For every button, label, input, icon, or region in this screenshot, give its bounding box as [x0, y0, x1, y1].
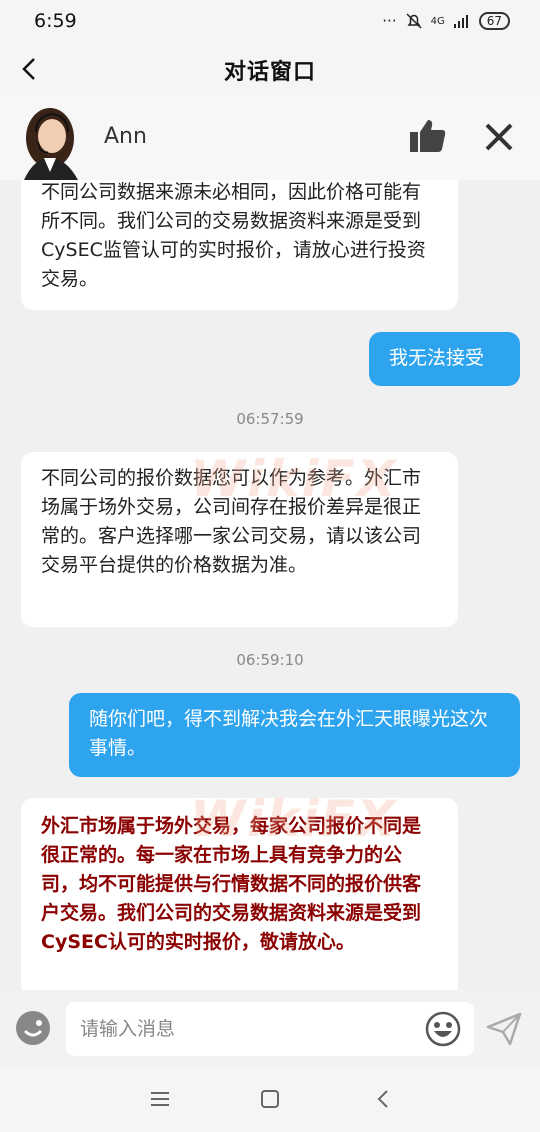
emoji-icon[interactable]: [424, 1010, 462, 1048]
battery-indicator: 67: [478, 12, 510, 30]
input-bar: [0, 990, 540, 1066]
message-outgoing: 随你们吧，得不到解决我会在外汇天眼曝光这次事情。: [69, 693, 520, 777]
system-nav-bar: [0, 1066, 540, 1132]
message-incoming: 不同公司数据来源未必相同，因此价格可能有所不同。我们公司的交易数据资料来源是受到…: [21, 180, 458, 310]
app-header: 对话窗口: [0, 44, 540, 96]
back-arrow-icon[interactable]: [16, 54, 44, 84]
thumbs-up-icon[interactable]: [408, 118, 448, 154]
close-icon[interactable]: [482, 120, 516, 154]
send-icon[interactable]: [486, 1012, 522, 1046]
message-outgoing: 我无法接受: [369, 332, 520, 386]
message-input[interactable]: [66, 1002, 474, 1056]
page-title: 对话窗口: [223, 60, 316, 85]
agent-name: Ann: [104, 124, 147, 149]
menu-icon[interactable]: [148, 1088, 172, 1110]
back-nav-icon[interactable]: [372, 1088, 396, 1110]
agent-avatar: [24, 108, 78, 180]
status-time: 6:59: [34, 10, 77, 32]
message-incoming: 不同公司的报价数据您可以作为参考。外汇市场属于场外交易，公司间存在报价差异是很正…: [21, 452, 458, 627]
network-label: 4G: [430, 15, 445, 27]
home-square-icon[interactable]: [258, 1088, 282, 1110]
status-bar: 6:59 ··· 4G 67: [0, 0, 540, 44]
signal-icon: [453, 15, 468, 28]
status-icons: ··· 4G 67: [382, 12, 510, 30]
timestamp: 06:59:10: [236, 651, 304, 669]
more-dots-icon: ···: [382, 12, 397, 30]
chat-area[interactable]: 不同公司数据来源未必相同，因此价格可能有所不同。我们公司的交易数据资料来源是受到…: [0, 180, 540, 990]
voice-toggle-icon[interactable]: [14, 1009, 52, 1047]
timestamp: 06:57:59: [236, 410, 304, 428]
message-incoming-highlight: 外汇市场属于场外交易，每家公司报价不同是很正常的。每一家在市场上具有竞争力的公司…: [21, 798, 458, 990]
agent-bar: Ann: [0, 96, 540, 180]
mute-bell-icon: [406, 13, 422, 29]
